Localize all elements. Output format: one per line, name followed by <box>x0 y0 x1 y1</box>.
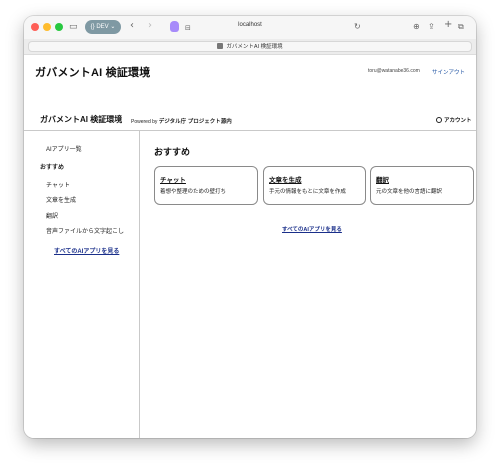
sidebar-all-apps-link[interactable]: すべてのAIアプリを見る <box>54 246 119 255</box>
favicon-icon <box>217 43 224 49</box>
tab-active[interactable]: ガバメントAI 検証環境 <box>28 41 472 52</box>
signout-link[interactable]: サインアウト <box>432 68 465 76</box>
sidebar: AIアプリ一覧 おすすめ チャット 文章を生成 翻訳 音声ファイルから文字起こし… <box>24 131 140 438</box>
card-generate-text[interactable]: 文章を生成 手元の情報をもとに文章を作成 <box>263 166 366 205</box>
account-button[interactable]: アカウント <box>436 116 472 124</box>
card-title: チャット <box>160 177 186 184</box>
tab-overview-icon[interactable]: ⧉ <box>458 21 464 33</box>
card-description: 元の文章を他の言語に翻訳 <box>376 189 443 195</box>
powered-prefix: Powered by <box>131 119 158 125</box>
sidebar-item-translate[interactable]: 翻訳 <box>46 211 58 220</box>
subheader: ガバメントAI 検証環境 Powered by デジタル庁 プロジェクト源内 ア… <box>24 109 476 131</box>
sidebar-heading-recommended: おすすめ <box>40 165 65 171</box>
card-title: 翻訳 <box>376 177 389 184</box>
card-chat[interactable]: チャット 着想や整理のための壁打ち <box>154 166 258 205</box>
tab-bar: ガバメントAI 検証環境 <box>24 39 476 55</box>
card-translate[interactable]: 翻訳 元の文章を他の言語に翻訳 <box>370 166 474 205</box>
main-area: おすすめ チャット 着想や整理のための壁打ち 文章を生成 手元の情報をもとに文章… <box>140 131 476 438</box>
sidebar-item-chat[interactable]: チャット <box>46 180 70 189</box>
reload-icon[interactable]: ↻ <box>354 21 361 33</box>
sidebar-item-ai-list[interactable]: AIアプリ一覧 <box>46 144 82 153</box>
account-label: アカウント <box>444 118 472 124</box>
site-title: ガバメントAI 検証環境 <box>35 67 151 79</box>
card-description: 着想や整理のための壁打ち <box>160 189 227 195</box>
card-description: 手元の情報をもとに文章を作成 <box>269 189 346 195</box>
recommended-heading: おすすめ <box>154 147 191 157</box>
downloads-icon[interactable]: ⊕ <box>413 21 420 33</box>
share-icon[interactable]: ⇪ <box>428 21 435 33</box>
powered-by: Powered by デジタル庁 プロジェクト源内 <box>131 117 232 125</box>
tab-title: ガバメントAI 検証環境 <box>226 44 283 50</box>
account-icon <box>436 117 442 123</box>
new-tab-icon[interactable]: + <box>444 19 452 31</box>
all-apps-link[interactable]: すべてのAIアプリを見る <box>282 225 342 233</box>
browser-toolbar: ▭ {} DEV ⌄ ‹ › ⊟ localhost ↻ ⊕ ⇪ + ⧉ <box>24 16 476 40</box>
page-content: ガバメントAI 検証環境 toru@watanabe36.com サインアウト … <box>24 55 476 438</box>
user-email: toru@watanabe36.com <box>368 68 420 74</box>
sidebar-item-transcribe[interactable]: 音声ファイルから文字起こし <box>46 226 124 235</box>
powered-by-name: デジタル庁 プロジェクト源内 <box>158 119 232 125</box>
subheader-title[interactable]: ガバメントAI 検証環境 <box>40 114 122 125</box>
address-bar[interactable]: localhost <box>24 22 476 28</box>
card-title: 文章を生成 <box>269 177 302 184</box>
browser-window: ▭ {} DEV ⌄ ‹ › ⊟ localhost ↻ ⊕ ⇪ + ⧉ ガバメ… <box>24 16 476 438</box>
sidebar-item-generate-text[interactable]: 文章を生成 <box>46 195 76 204</box>
